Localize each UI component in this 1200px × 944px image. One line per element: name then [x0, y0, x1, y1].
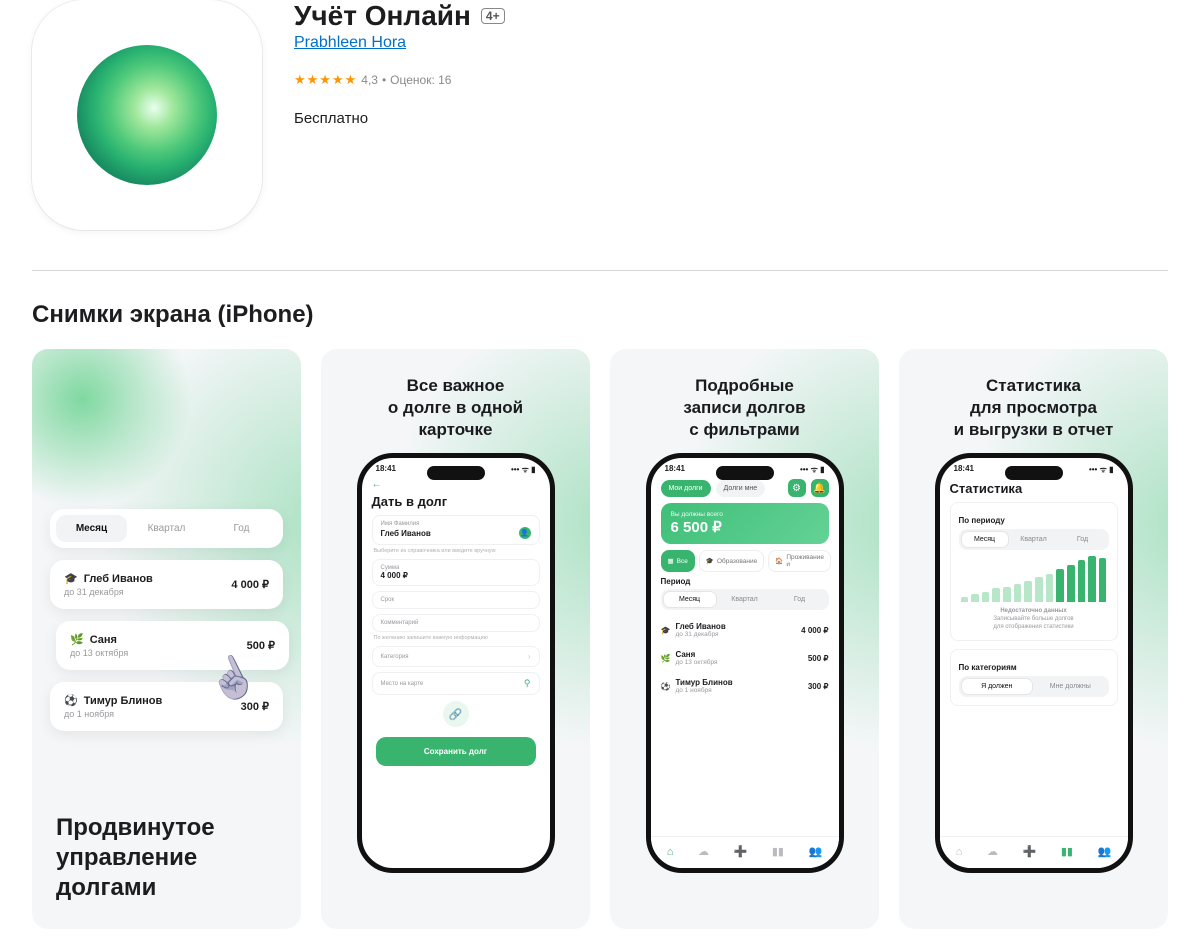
gear-icon: ⚙ [788, 479, 806, 497]
status-icons: ••• ᯤ ▮ [511, 464, 536, 475]
field-sum: Сумма 4 000 ₽ [372, 559, 540, 586]
field-name: Имя Фамилия Глеб Иванов 👤 [372, 515, 540, 545]
app-icon [32, 0, 262, 230]
app-title: Учёт Онлайн [294, 0, 471, 32]
debt-item: 🌿Санядо 13 октября 500 ₽ [661, 644, 829, 672]
screenshot-1[interactable]: Месяц Квартал Год 🎓Глеб Иванов до 31 дек… [32, 349, 301, 929]
home-icon: ⌂ [667, 846, 674, 858]
cloud-icon: ☁ [698, 845, 709, 858]
screenshot-4-title: Статистика для просмотра и выгрузки в от… [899, 349, 1168, 453]
stats-bar-chart [961, 556, 1107, 602]
ball-icon: ⚽ [661, 682, 671, 691]
phone-notch [427, 466, 485, 480]
debt-item: 🎓Глеб Иванов до 31 декабря 4 000 ₽ [50, 560, 283, 609]
seg-quarter: Квартал [131, 515, 202, 542]
by-period-label: По периоду [959, 516, 1109, 525]
bell-icon: 🔔 [811, 479, 829, 497]
screenshot-2-title: Все важное о долге в одной карточке [321, 349, 590, 453]
chart-icon: ▮▮ [772, 845, 784, 858]
debt-item: 🎓Глеб Ивановдо 31 декабря 4 000 ₽ [661, 616, 829, 644]
chevron-right-icon: › [528, 652, 531, 661]
rating-row: ★★★★★ 4,3 • Оценок: 16 [294, 72, 505, 88]
phone-mock: 18:41 ••• ᯤ ▮ Статистика По периоду Меся… [935, 453, 1133, 873]
field-comment: Комментарий [372, 614, 540, 632]
grid-icon: ▦ [668, 557, 674, 565]
price-label: Бесплатно [294, 110, 505, 127]
field-due: Срок [372, 591, 540, 609]
seg-year: Год [206, 515, 277, 542]
home-icon: ⌂ [956, 846, 963, 858]
graduation-cap-icon: 🎓 [64, 572, 78, 585]
home-icon: 🏠 [775, 557, 783, 565]
back-icon: ← [372, 479, 540, 490]
ball-icon: ⚽ [64, 694, 78, 707]
leaf-icon: 🌿 [70, 633, 84, 646]
field-map: Место на карте ⚲ [372, 672, 540, 695]
screenshots-heading: Снимки экрана (iPhone) [32, 301, 1168, 329]
debt-item: 🌿Саня до 13 октября 500 ₽ [56, 621, 289, 670]
screenshot-4[interactable]: Статистика для просмотра и выгрузки в от… [899, 349, 1168, 929]
phone-tabbar: ⌂ ☁ ➕ ▮▮ 👥 [651, 836, 839, 868]
by-category-label: По категориям [959, 663, 1109, 672]
section-divider [32, 270, 1168, 271]
age-rating-badge: 4+ [481, 8, 505, 24]
screenshot-1-caption: Продвинутое управление долгами [56, 813, 277, 903]
seg-month: Месяц [56, 515, 127, 542]
star-icon: ★★★★★ [294, 72, 357, 88]
category-filters: ▦Все 🎓Образование 🏠Проживание и [661, 550, 829, 572]
screen-title: Дать в долг [372, 494, 540, 509]
map-pin-icon: ⚲ [524, 678, 531, 689]
rating-count: Оценок: 16 [390, 73, 451, 87]
app-meta: Учёт Онлайн 4+ Prabhleen Hora ★★★★★ 4,3 … [294, 0, 505, 230]
bullet: • [382, 73, 386, 87]
link-icon: 🔗 [443, 701, 469, 727]
status-time: 18:41 [954, 464, 974, 475]
plus-icon: ➕ [1023, 845, 1037, 858]
rating-value: 4,3 [361, 73, 378, 87]
tab-debts-to-me: Долги мне [716, 480, 766, 497]
developer-link[interactable]: Prabhleen Hora [294, 34, 406, 52]
screenshot-carousel[interactable]: Месяц Квартал Год 🎓Глеб Иванов до 31 дек… [32, 349, 1168, 929]
period-label: Период [661, 577, 829, 586]
people-icon: 👥 [1098, 845, 1112, 858]
leaf-icon: 🌿 [661, 654, 671, 663]
phone-notch [716, 466, 774, 480]
tab-my-debts: Мои долги [661, 480, 711, 497]
owe-segmented: Я должен Мне должны [959, 676, 1109, 697]
app-icon-orb [77, 45, 217, 185]
plus-icon: ➕ [734, 845, 748, 858]
chart-icon: ▮▮ [1061, 845, 1073, 858]
app-header: Учёт Онлайн 4+ Prabhleen Hora ★★★★★ 4,3 … [32, 0, 1168, 270]
status-icons: ••• ᯤ ▮ [1089, 464, 1114, 475]
phone-tabbar: ⌂ ☁ ➕ ▮▮ 👥 [940, 836, 1128, 868]
status-icons: ••• ᯤ ▮ [800, 464, 825, 475]
period-segmented: Месяц Квартал Год [661, 589, 829, 610]
screen-title: Статистика [950, 481, 1118, 496]
people-icon: 👥 [809, 845, 823, 858]
screenshot-3[interactable]: Подробные записи долгов с фильтрами 18:4… [610, 349, 879, 929]
graduation-cap-icon: 🎓 [661, 626, 671, 635]
field-category: Категория › [372, 646, 540, 667]
person-icon: 👤 [519, 527, 531, 539]
phone-notch [1005, 466, 1063, 480]
period-segmented: Месяц Квартал Год [959, 529, 1109, 550]
status-time: 18:41 [665, 464, 685, 475]
empty-title: Недостаточно данных [1000, 608, 1066, 614]
screenshot-2[interactable]: Все важное о долге в одной карточке 18:4… [321, 349, 590, 929]
status-time: 18:41 [376, 464, 396, 475]
graduation-cap-icon: 🎓 [706, 557, 714, 565]
phone-mock: 18:41 ••• ᯤ ▮ Мои долги Долги мне ⚙ 🔔 Вы… [646, 453, 844, 873]
cloud-icon: ☁ [987, 845, 998, 858]
filter-education: 🎓Образование [699, 550, 764, 572]
debt-item: ⚽Тимур Блиновдо 1 ноября 300 ₽ [661, 672, 829, 700]
save-debt-button: Сохранить долг [376, 737, 536, 766]
filter-living: 🏠Проживание и [768, 550, 831, 572]
screenshot-3-title: Подробные записи долгов с фильтрами [610, 349, 879, 453]
filter-all: ▦Все [661, 550, 695, 572]
total-card: Вы должны всего 6 500 ₽ [661, 503, 829, 544]
phone-mock: 18:41 ••• ᯤ ▮ ← Дать в долг Имя Фамилия … [357, 453, 555, 873]
period-segmented: Месяц Квартал Год [50, 509, 283, 548]
